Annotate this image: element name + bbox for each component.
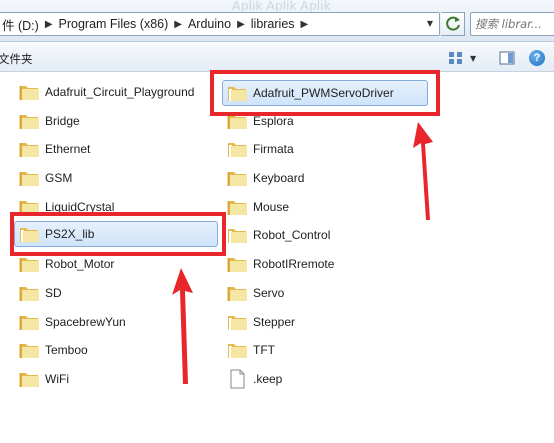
folder-item[interactable]: LiquidCrystal <box>18 194 114 220</box>
folder-name: Adafruit_Circuit_Playground <box>45 85 195 99</box>
address-dropdown-icon[interactable]: ▼ <box>423 16 437 32</box>
folder-icon <box>227 258 247 272</box>
file-name: .keep <box>253 372 283 386</box>
folder-name: TFT <box>253 343 275 357</box>
folder-name: Keyboard <box>253 171 305 185</box>
folder-icon <box>19 258 39 272</box>
breadcrumb-libraries[interactable]: libraries <box>248 17 298 31</box>
folder-name: Esplora <box>253 114 294 128</box>
folder-item[interactable]: Stepper <box>226 309 295 335</box>
folder-icon <box>19 373 39 387</box>
folder-icon <box>227 287 247 301</box>
help-button[interactable]: ? <box>526 47 548 69</box>
breadcrumb-separator-icon[interactable]: ▶ <box>298 19 312 30</box>
folder-item-selected[interactable]: Adafruit_PWMServoDriver <box>222 80 428 106</box>
folder-icon <box>19 316 39 330</box>
folder-name: SD <box>45 286 62 300</box>
folder-name: GSM <box>45 171 73 185</box>
help-icon: ? <box>529 50 545 66</box>
folder-item[interactable]: GSM <box>18 165 72 191</box>
address-bar-row: Aplik Aplik Aplik 件 (D:) ▶ Program Files… <box>0 0 554 42</box>
folder-item[interactable]: Keyboard <box>226 165 304 191</box>
folder-name: RobotIRremote <box>253 257 335 271</box>
folder-item[interactable]: Robot_Control <box>226 222 330 248</box>
folder-icon <box>19 344 39 358</box>
refresh-icon <box>445 16 460 31</box>
folder-icon <box>19 172 39 186</box>
search-box[interactable] <box>470 12 554 36</box>
folder-item[interactable]: RobotIRremote <box>226 251 334 277</box>
folder-name: Ethernet <box>45 142 91 156</box>
folder-name: Robot_Motor <box>45 257 115 271</box>
folder-item-selected[interactable]: PS2X_lib <box>14 221 218 247</box>
folder-item[interactable]: Mouse <box>226 194 289 220</box>
toolbar-new-folder-label[interactable]: 文件夹 <box>0 51 33 67</box>
breadcrumb-separator-icon[interactable]: ▶ <box>42 19 56 30</box>
folder-name: Mouse <box>253 200 290 214</box>
folder-item[interactable]: Servo <box>226 280 284 306</box>
folder-name: Adafruit_PWMServoDriver <box>253 86 394 100</box>
folder-name: LiquidCrystal <box>45 200 115 214</box>
folder-name: Servo <box>253 286 285 300</box>
breadcrumb-separator-icon[interactable]: ▶ <box>234 19 248 30</box>
folder-item[interactable]: Ethernet <box>18 136 90 162</box>
folder-name: Stepper <box>253 315 296 329</box>
preview-pane-icon <box>499 51 515 65</box>
folder-icon <box>228 143 247 157</box>
file-item[interactable]: .keep <box>226 366 282 392</box>
folder-icon <box>19 86 39 100</box>
breadcrumb-arduino[interactable]: Arduino <box>185 17 234 31</box>
folder-icon <box>19 201 39 215</box>
toolbar: 文件夹 ▼ ? <box>0 43 554 72</box>
folder-icon <box>19 143 39 157</box>
view-grid-icon <box>449 52 462 64</box>
folder-icon <box>227 172 247 186</box>
search-input[interactable] <box>471 17 551 31</box>
change-view-button[interactable]: ▼ <box>448 48 488 68</box>
breadcrumb-drive[interactable]: 件 (D:) <box>0 15 42 34</box>
folder-item[interactable]: Firmata <box>226 136 294 162</box>
folder-name: SpacebrewYun <box>45 315 126 329</box>
address-bar[interactable]: 件 (D:) ▶ Program Files (x86) ▶ Arduino ▶… <box>0 12 440 36</box>
view-dropdown-icon[interactable]: ▼ <box>470 54 476 63</box>
folder-item[interactable]: WiFi <box>18 366 69 392</box>
folder-icon <box>228 316 247 330</box>
blank-file-icon <box>230 369 245 389</box>
folder-icon <box>227 115 247 129</box>
folder-item[interactable]: Bridge <box>18 108 80 134</box>
folder-icon <box>228 229 247 243</box>
preview-pane-button[interactable] <box>496 48 518 68</box>
folder-item[interactable]: Robot_Motor <box>18 251 114 277</box>
folder-name: PS2X_lib <box>45 227 95 241</box>
folder-icon <box>227 201 247 215</box>
refresh-button[interactable] <box>441 12 465 36</box>
breadcrumb-separator-icon[interactable]: ▶ <box>171 19 185 30</box>
folder-name: Firmata <box>253 142 294 156</box>
folder-icon <box>228 344 247 358</box>
folder-open-icon <box>228 87 247 101</box>
folder-item[interactable]: Esplora <box>226 108 294 134</box>
folder-item[interactable]: Temboo <box>18 337 88 363</box>
folder-name: Robot_Control <box>253 228 331 242</box>
folder-item[interactable]: SD <box>18 280 62 306</box>
folder-name: Temboo <box>45 343 88 357</box>
breadcrumb-program-files[interactable]: Program Files (x86) <box>56 17 172 31</box>
folder-name: Bridge <box>45 114 80 128</box>
folder-item[interactable]: Adafruit_Circuit_Playground <box>18 79 194 105</box>
file-list: Adafruit_Circuit_Playground Bridge Ether… <box>0 73 554 443</box>
folder-open-icon <box>20 228 39 242</box>
folder-icon <box>19 115 39 129</box>
folder-name: WiFi <box>45 372 69 386</box>
folder-item[interactable]: SpacebrewYun <box>18 309 126 335</box>
folder-item[interactable]: TFT <box>226 337 275 363</box>
folder-icon <box>19 287 39 301</box>
